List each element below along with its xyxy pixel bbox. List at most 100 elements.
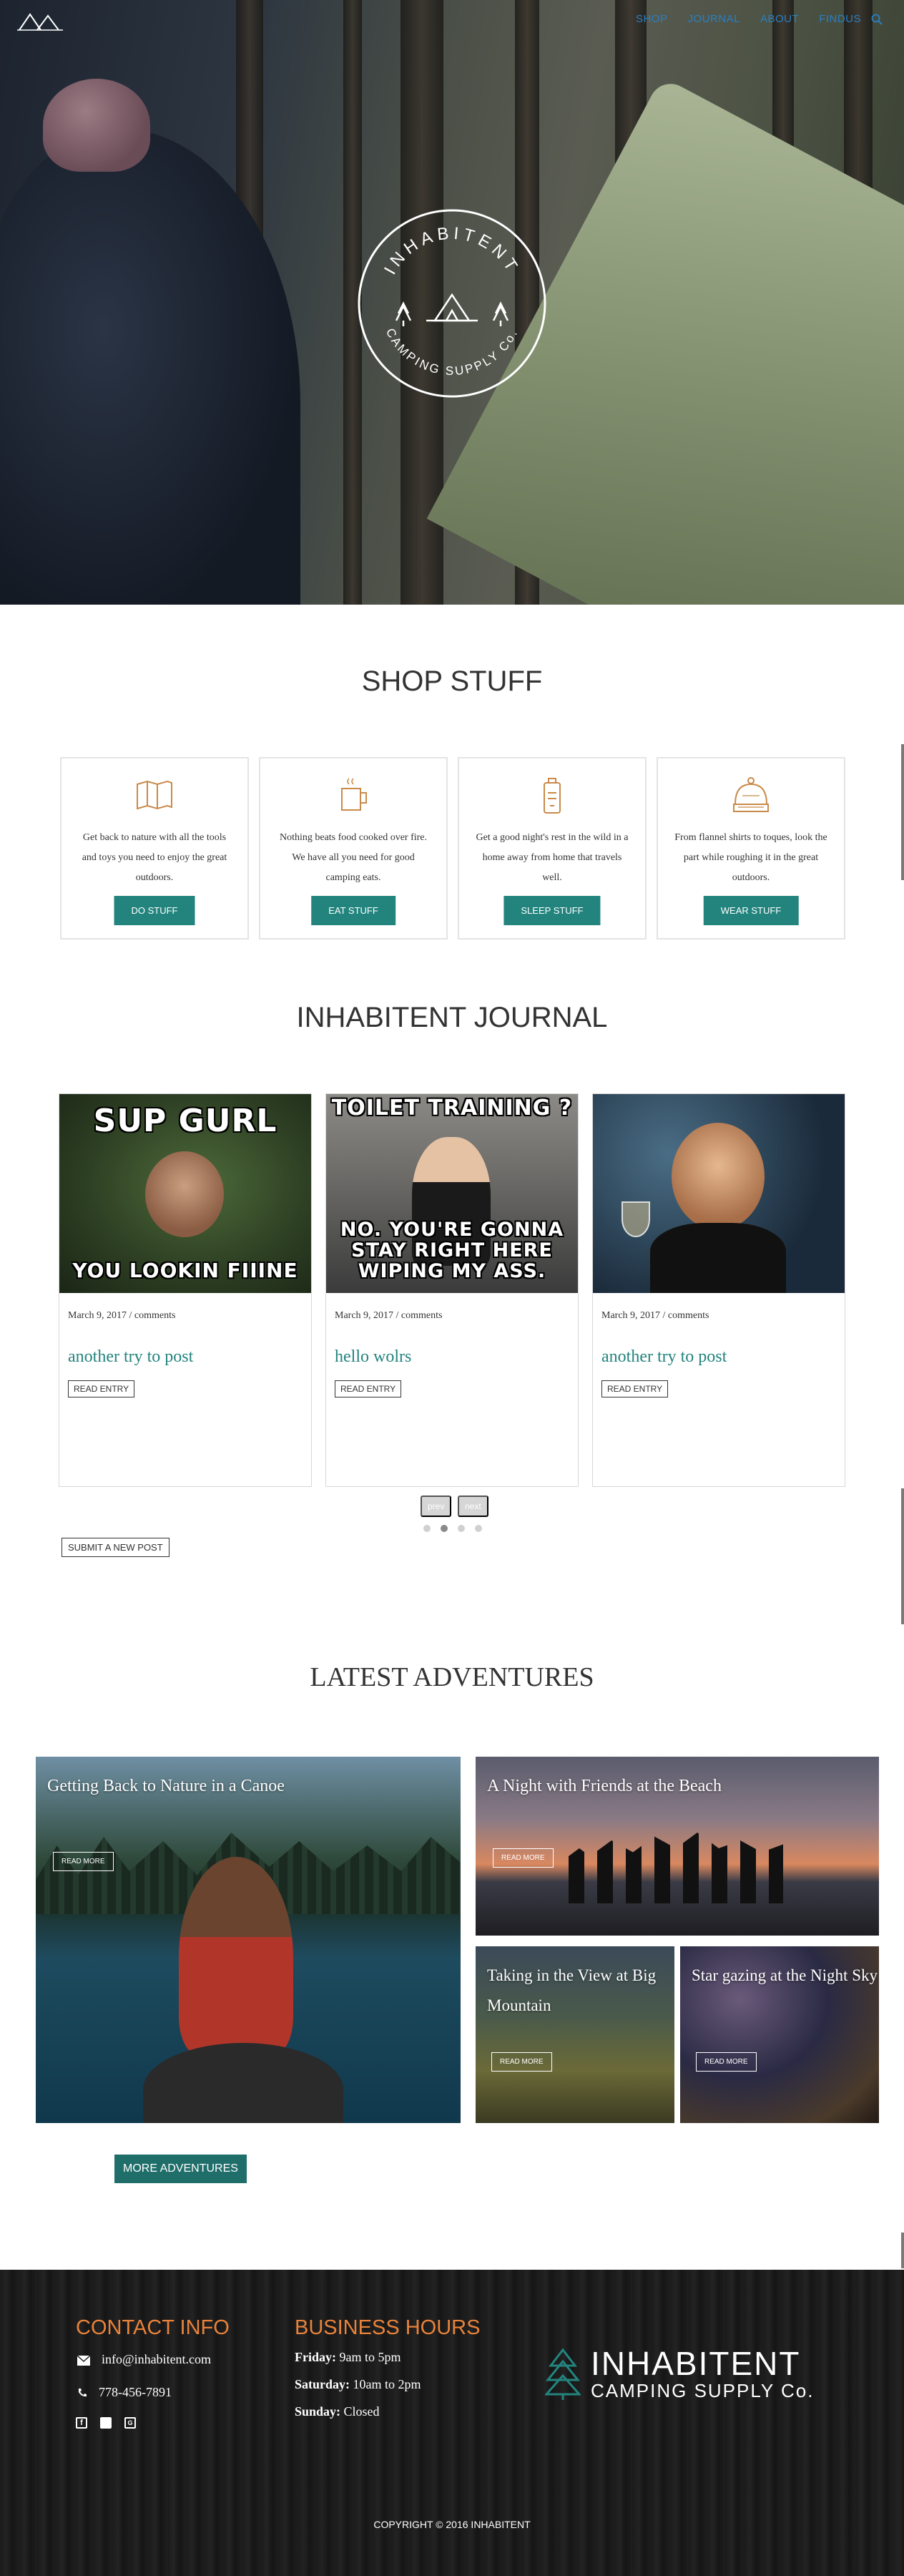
hours-day: Sunday:	[295, 2404, 341, 2419]
post-image[interactable]	[593, 1094, 845, 1293]
meme-bottom-text: NO. YOU'RE GONNA STAY RIGHT HERE WIPING …	[340, 1219, 564, 1282]
read-more-button[interactable]: READ MORE	[696, 2052, 757, 2072]
tent-trees-icon	[395, 293, 509, 326]
twitter-icon[interactable]	[100, 2417, 112, 2429]
shop-card-text: Get back to nature with all the tools an…	[82, 832, 227, 883]
nav-about[interactable]: ABOUT	[760, 13, 799, 25]
hours-sunday: Sunday: Closed	[295, 2404, 380, 2419]
footer-brand-name: INHABITENT	[591, 2345, 801, 2382]
nav-shop[interactable]: SHOP	[636, 13, 668, 25]
hero-banner: SHOP JOURNAL ABOUT FINDUS INHABITENT CAM…	[0, 0, 904, 605]
business-hours-heading: BUSINESS HOURS	[295, 2316, 481, 2339]
canoe-person	[179, 1857, 293, 2057]
scrollbar-thumb[interactable]	[901, 744, 904, 880]
post-title[interactable]: another try to post	[601, 1347, 727, 1367]
read-more-button[interactable]: READ MORE	[491, 2052, 552, 2072]
envelope-icon	[77, 2356, 90, 2366]
hours-day: Saturday:	[295, 2377, 350, 2391]
read-more-button[interactable]: READ MORE	[493, 1848, 554, 1868]
friends-silhouettes	[569, 1833, 783, 1903]
hours-time: 9am to 5pm	[339, 2350, 401, 2364]
badge-bottom-text: CAMPING SUPPLY Co.	[383, 326, 519, 378]
wear-stuff-button[interactable]: WEAR STUFF	[703, 896, 799, 925]
adventure-card-beach[interactable]: A Night with Friends at the Beach READ M…	[476, 1757, 879, 1936]
adventure-card-canoe[interactable]: Getting Back to Nature in a Canoe READ M…	[36, 1757, 461, 2123]
read-entry-button[interactable]: READ ENTRY	[68, 1380, 135, 1397]
contact-email[interactable]: info@inhabitent.com	[102, 2352, 211, 2367]
beanie-icon	[733, 777, 769, 812]
prev-button[interactable]: prev	[421, 1496, 452, 1517]
main-nav: SHOP JOURNAL ABOUT FINDUS	[0, 10, 904, 31]
adventure-card-mountain[interactable]: Taking in the View at Big Mountain READ …	[476, 1946, 674, 2123]
adventure-title: Star gazing at the Night Sky	[692, 1966, 878, 1984]
logo-tent-icon[interactable]	[16, 10, 66, 31]
journal-post: TOILET TRAINING ? NO. YOU'RE GONNA STAY …	[325, 1093, 579, 1487]
canoe	[143, 2043, 343, 2123]
shop-title: SHOP STUFF	[361, 665, 543, 697]
sleep-stuff-button[interactable]: SLEEP STUFF	[503, 896, 601, 925]
post-meta: March 9, 2017 / comments	[68, 1310, 176, 1321]
eat-stuff-button[interactable]: EAT STUFF	[311, 896, 396, 925]
post-title[interactable]: another try to post	[68, 1347, 193, 1367]
hours-time: Closed	[343, 2404, 380, 2419]
camper-beanie	[43, 79, 150, 172]
carousel-dot-active[interactable]	[441, 1525, 448, 1532]
journal-title: INHABITENT JOURNAL	[296, 1002, 608, 1033]
contact-info-heading: CONTACT INFO	[76, 2316, 230, 2339]
journal-post: March 9, 2017 / comments another try to …	[592, 1093, 845, 1487]
shop-card-text: Get a good night's rest in the wild in a…	[476, 832, 629, 883]
pine-tree-icon	[545, 2348, 581, 2400]
post-image[interactable]: TOILET TRAINING ? NO. YOU'RE GONNA STAY …	[326, 1094, 578, 1293]
lantern-icon	[544, 778, 561, 814]
post-tuxedo	[650, 1223, 786, 1293]
badge-top-text: INHABITENT	[380, 223, 519, 278]
adventure-title: A Night with Friends at the Beach	[487, 1777, 722, 1795]
shop-card-do: Get back to nature with all the tools an…	[60, 757, 249, 940]
adventure-title: Taking in the View at Big Mountain	[487, 1966, 657, 2014]
more-adventures-button[interactable]: MORE ADVENTURES	[114, 2155, 247, 2183]
post-title[interactable]: hello wolrs	[335, 1347, 411, 1367]
facebook-icon[interactable]: f	[76, 2417, 87, 2429]
svg-text:INHABITENT: INHABITENT	[380, 223, 524, 278]
shop-card-text: From flannel shirts to toques, look the …	[674, 832, 827, 883]
nav-findus[interactable]: FINDUS	[819, 13, 861, 25]
nav-journal[interactable]: JOURNAL	[687, 13, 740, 25]
read-entry-button[interactable]: READ ENTRY	[335, 1380, 402, 1397]
adventures-title: LATEST ADVENTURES	[310, 1662, 594, 1692]
mug-icon	[341, 778, 367, 811]
scrollbar-thumb[interactable]	[901, 2233, 904, 2268]
footer-brand-sub: CAMPING SUPPLY Co.	[591, 2380, 815, 2401]
contact-phone: 778-456-7891	[99, 2385, 172, 2399]
post-meta: March 9, 2017 / comments	[601, 1310, 709, 1321]
do-stuff-button[interactable]: DO STUFF	[114, 896, 195, 925]
svg-text:CAMPING SUPPLY Co.: CAMPING SUPPLY Co.	[383, 326, 521, 378]
adventure-card-stars[interactable]: Star gazing at the Night Sky READ MORE	[680, 1946, 879, 2123]
search-icon[interactable]	[871, 14, 883, 25]
meme-top-text: TOILET TRAINING ?	[331, 1096, 573, 1121]
submit-post-button[interactable]: SUBMIT A NEW POST	[62, 1538, 170, 1557]
carousel-dot[interactable]	[423, 1525, 431, 1532]
read-entry-button[interactable]: READ ENTRY	[601, 1380, 669, 1397]
carousel-dot[interactable]	[458, 1525, 465, 1532]
carousel-dot[interactable]	[475, 1525, 482, 1532]
post-glass	[622, 1201, 650, 1237]
shop-card-text: Nothing beats food cooked over fire. We …	[279, 832, 428, 883]
shop-card-sleep: Get a good night's rest in the wild in a…	[458, 757, 647, 940]
read-more-button[interactable]: READ MORE	[53, 1852, 114, 1871]
scrollbar-thumb[interactable]	[901, 1488, 904, 1624]
post-face	[145, 1151, 224, 1237]
hours-day: Friday:	[295, 2350, 336, 2364]
google-plus-icon[interactable]: G	[124, 2417, 136, 2429]
post-image[interactable]: SUP GURL YOU LOOKIN FIIINE	[59, 1094, 311, 1293]
hours-time: 10am to 2pm	[353, 2377, 421, 2391]
post-face	[672, 1123, 765, 1230]
phone-icon	[79, 2389, 87, 2397]
adventure-title: Getting Back to Nature in a Canoe	[47, 1777, 285, 1795]
meme-bottom-text: YOU LOOKIN FIIINE	[72, 1259, 298, 1282]
meme-top-text: SUP GURL	[93, 1103, 277, 1139]
journal-post: SUP GURL YOU LOOKIN FIIINE March 9, 2017…	[59, 1093, 312, 1487]
next-button[interactable]: next	[458, 1496, 488, 1517]
hours-saturday: Saturday: 10am to 2pm	[295, 2377, 421, 2392]
post-meta: March 9, 2017 / comments	[335, 1310, 443, 1321]
shop-card-eat: Nothing beats food cooked over fire. We …	[259, 757, 448, 940]
